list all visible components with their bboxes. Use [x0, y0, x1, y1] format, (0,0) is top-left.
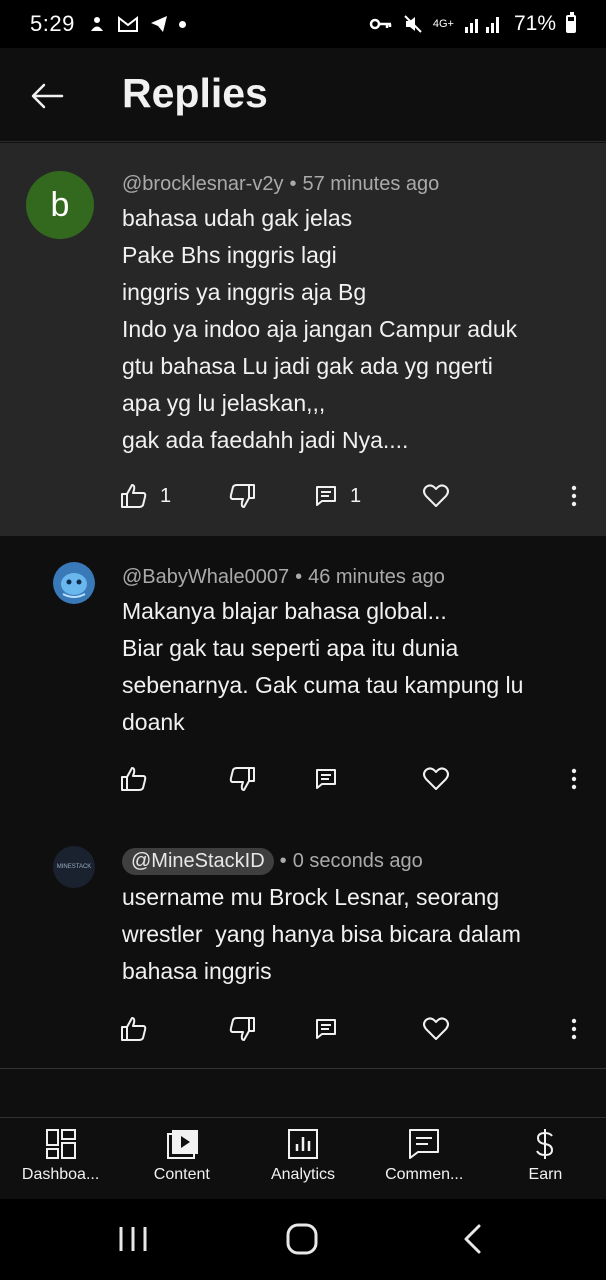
like-count: 1 — [160, 484, 172, 507]
dashboard-icon — [45, 1129, 76, 1159]
thumbs-down-icon — [229, 767, 255, 791]
reply-button[interactable] — [314, 1017, 338, 1041]
heart-icon — [423, 1017, 449, 1040]
notification-icon — [90, 17, 103, 31]
nav-label: Commen... — [385, 1166, 464, 1183]
home-icon[interactable] — [284, 1221, 320, 1257]
comment-meta: @brocklesnar-v2y • 57 minutes ago — [122, 173, 439, 196]
nav-label: Earn — [528, 1166, 563, 1183]
avatar-logo-text: MINESTACK — [56, 864, 92, 870]
comment-author[interactable]: @MineStackID — [122, 848, 274, 875]
like-button[interactable] — [120, 766, 148, 792]
system-nav-bar — [0, 1199, 606, 1280]
avatar-letter: b — [50, 185, 70, 224]
more-options-button[interactable] — [570, 1017, 578, 1041]
content-icon — [166, 1130, 198, 1159]
like-button[interactable] — [120, 1016, 148, 1042]
page-title: Replies — [122, 70, 268, 116]
thumbs-up-icon — [121, 484, 147, 508]
avatar[interactable]: MINESTACK — [53, 846, 95, 888]
analytics-icon — [288, 1129, 318, 1159]
comment-time: 46 minutes ago — [308, 566, 445, 588]
reply-comment: @BabyWhale0007 • 46 minutes ago Makanya bl… — [0, 536, 606, 816]
comment-meta: @BabyWhale0007 • 46 minutes ago — [122, 566, 445, 589]
comment-actions: 1 1 — [120, 479, 590, 513]
like-button[interactable]: 1 — [120, 483, 171, 509]
thumbs-up-icon — [121, 767, 147, 791]
dislike-button[interactable] — [228, 766, 256, 792]
reply-icon — [316, 486, 336, 506]
comment-author[interactable]: @brocklesnar-v2y — [122, 173, 283, 195]
meta-separator: • — [295, 566, 303, 588]
more-options-button[interactable] — [570, 484, 578, 508]
comment-text: username mu Brock Lesnar, seorang wrestl… — [122, 884, 521, 984]
bottom-nav: Dashboa... Content Analytics Commen... E… — [0, 1117, 606, 1199]
heart-button[interactable] — [422, 483, 450, 509]
nav-analytics[interactable]: Analytics — [242, 1118, 363, 1199]
gmail-icon — [117, 15, 138, 32]
vpn-key-icon — [369, 18, 392, 30]
reply-button[interactable]: 1 — [314, 484, 361, 508]
nav-label: Content — [153, 1166, 210, 1183]
comment-author[interactable]: @BabyWhale0007 — [122, 566, 289, 588]
thumbs-down-icon — [229, 484, 255, 508]
comment-actions — [120, 1012, 590, 1046]
comments-icon — [409, 1129, 440, 1159]
nav-label: Analytics — [270, 1166, 336, 1183]
comment-text: Makanya blajar bahasa global... Biar gak… — [122, 598, 524, 735]
back-arrow-icon[interactable] — [30, 78, 66, 114]
battery-percent: 71% — [513, 12, 556, 35]
recent-apps-icon[interactable] — [118, 1221, 148, 1257]
comment-actions — [120, 762, 590, 796]
whale-avatar-icon — [53, 562, 95, 604]
avatar[interactable] — [53, 562, 95, 604]
reply-button[interactable] — [314, 767, 338, 791]
parent-comment: b @brocklesnar-v2y • 57 minutes ago bahasa… — [0, 143, 606, 536]
dislike-button[interactable] — [228, 483, 256, 509]
earn-icon — [536, 1129, 554, 1159]
reply-icon — [316, 1019, 336, 1039]
signal-icon — [464, 17, 499, 33]
nav-earn[interactable]: Earn — [485, 1118, 606, 1199]
comment-meta: @MineStackID • 0 seconds ago — [122, 848, 423, 875]
meta-separator: • — [289, 173, 297, 195]
dislike-button[interactable] — [228, 1016, 256, 1042]
telegram-icon — [150, 16, 167, 32]
nav-comments[interactable]: Commen... — [364, 1118, 485, 1199]
comment-time: 57 minutes ago — [302, 173, 440, 195]
heart-button[interactable] — [422, 766, 450, 792]
reply-icon — [316, 769, 336, 789]
network-type: 4G+ — [432, 18, 454, 30]
dot-icon — [178, 20, 186, 28]
heart-icon — [423, 484, 449, 507]
status-bar: 5:29 4G+ 71% — [0, 0, 606, 48]
app-header: Replies — [0, 48, 606, 142]
heart-button[interactable] — [422, 1016, 450, 1042]
thumbs-down-icon — [229, 1017, 255, 1041]
reply-count: 1 — [350, 484, 362, 507]
system-back-icon[interactable] — [458, 1221, 488, 1257]
avatar[interactable]: b — [26, 171, 94, 239]
comment-time: 0 seconds ago — [292, 850, 423, 872]
heart-icon — [423, 767, 449, 790]
more-vert-icon — [571, 768, 577, 790]
comment-text: bahasa udah gak jelas Pake Bhs inggris l… — [122, 205, 518, 453]
nav-content[interactable]: Content — [121, 1118, 242, 1199]
battery-icon — [566, 12, 576, 33]
more-vert-icon — [571, 1018, 577, 1040]
meta-separator: • — [279, 850, 287, 872]
thumbs-up-icon — [121, 1017, 147, 1041]
mute-icon — [404, 15, 422, 33]
nav-dashboard[interactable]: Dashboa... — [0, 1118, 121, 1199]
more-vert-icon — [571, 485, 577, 507]
more-options-button[interactable] — [570, 767, 578, 791]
reply-comment: MINESTACK @MineStackID • 0 seconds ago use… — [0, 820, 606, 1068]
status-time: 5:29 — [30, 11, 75, 36]
nav-label: Dashboa... — [21, 1166, 100, 1183]
divider — [0, 1068, 606, 1069]
